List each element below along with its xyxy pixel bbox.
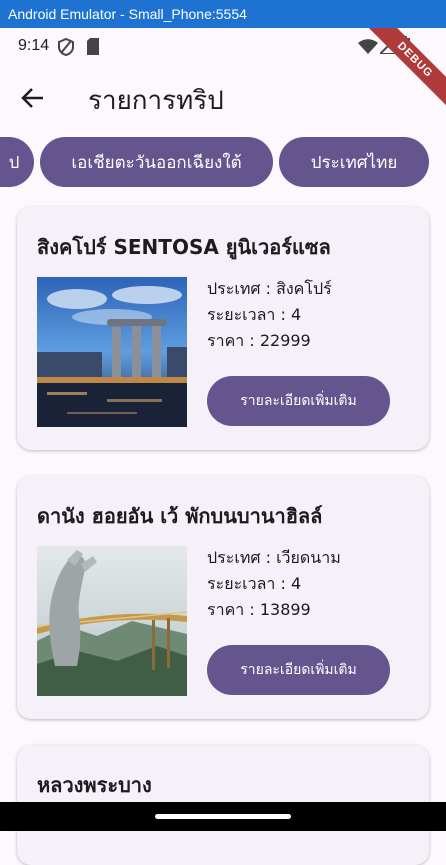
trip-duration: ระยะเวลา : 4 <box>207 574 302 593</box>
chip-thailand[interactable]: ประเทศไทย <box>279 137 429 187</box>
trip-title: หลวงพระบาง <box>37 773 152 797</box>
navigation-bar <box>0 802 446 831</box>
emulator-title-bar: Android Emulator - Small_Phone:5554 <box>0 0 446 28</box>
trip-country: ประเทศ : เวียดนาม <box>207 548 341 567</box>
chip-label: เอเชียตะวันออกเฉียงใต้ <box>71 152 242 173</box>
sd-card-icon <box>87 38 99 55</box>
more-details-button[interactable]: รายละเอียดเพิ่มเติม <box>207 376 390 426</box>
trip-duration: ระยะเวลา : 4 <box>207 305 302 324</box>
trip-image-singapore <box>37 277 187 427</box>
chip-label: ป <box>8 152 20 173</box>
trip-image-golden-bridge <box>37 546 187 696</box>
trip-country: ประเทศ : สิงคโปร์ <box>207 279 332 298</box>
trip-price: ราคา : 22999 <box>207 331 311 350</box>
chip-southeast-asia[interactable]: เอเชียตะวันออกเฉียงใต้ <box>40 137 273 187</box>
chip-partial[interactable]: ป <box>0 137 34 187</box>
gesture-handle[interactable] <box>155 814 291 819</box>
emulator-title: Android Emulator - Small_Phone:5554 <box>8 6 247 22</box>
back-button[interactable] <box>14 80 50 116</box>
trip-title: ดานัง ฮอยอัน เว้ พักบนบานาฮิลล์ <box>37 504 323 528</box>
arrow-left-icon <box>21 88 43 108</box>
app-bar: รายการทริป <box>0 66 446 130</box>
trip-title: สิงคโปร์ SENTOSA ยูนิเวอร์แซล <box>37 235 331 259</box>
more-details-button[interactable]: รายละเอียดเพิ่มเติม <box>207 645 390 695</box>
chip-label: ประเทศไทย <box>310 152 398 173</box>
status-bar: 9:14 DEBUG <box>0 28 446 114</box>
button-label: รายละเอียดเพิ่มเติม <box>240 393 357 409</box>
status-time: 9:14 <box>18 37 50 54</box>
trip-card: สิงคโปร์ SENTOSA ยูนิเวอร์แซล ประเทศ: ส… <box>17 207 429 450</box>
trip-card: ดานัง ฮอยอัน เว้ พักบนบานาฮิลล์ ประเทศ :… <box>17 476 429 719</box>
page-title: รายการทริป <box>88 86 224 116</box>
category-chips: ป เอเชียตะวันออกเฉียงใต้ ประเทศไทย <box>0 137 446 189</box>
button-label: รายละเอียดเพิ่มเติม <box>240 662 357 678</box>
shield-icon <box>58 38 74 56</box>
trip-price: ราคา : 13899 <box>207 600 311 619</box>
